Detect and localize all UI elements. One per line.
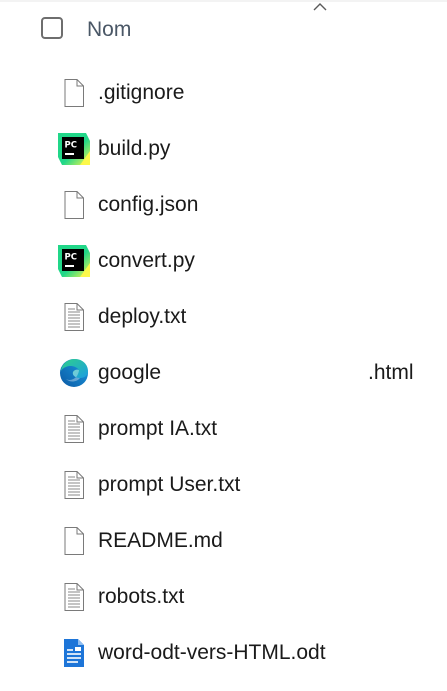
file-row[interactable]: config.json [0, 184, 447, 228]
blank-file-icon [58, 189, 90, 221]
svg-text:PC: PC [65, 141, 77, 151]
file-extension: .html [368, 361, 414, 384]
file-row[interactable]: .gitignore [0, 72, 447, 116]
file-name: .gitignore [98, 81, 185, 104]
file-name: robots.txt [98, 585, 185, 608]
file-row[interactable]: README.md [0, 520, 447, 564]
file-name: google [98, 361, 162, 384]
file-name: prompt User.txt [98, 473, 241, 496]
file-row[interactable]: robots.txt [0, 576, 447, 620]
file-name: deploy.txt [98, 305, 187, 328]
file-row[interactable]: google .html [0, 352, 447, 396]
file-row[interactable]: PC convert.py [0, 240, 447, 284]
edge-icon [58, 357, 90, 389]
text-file-icon [58, 413, 90, 445]
file-row[interactable]: prompt IA.txt [0, 408, 447, 452]
file-row[interactable]: word-odt-vers-HTML.odt [0, 632, 447, 676]
file-row[interactable]: prompt User.txt [0, 464, 447, 508]
file-name: word-odt-vers-HTML.odt [98, 641, 326, 664]
file-row[interactable]: deploy.txt [0, 296, 447, 340]
file-name: convert.py [98, 249, 195, 272]
pycharm-icon: PC [58, 133, 90, 165]
text-file-icon [58, 469, 90, 501]
column-header: Nom [0, 0, 447, 60]
file-name: config.json [98, 193, 199, 216]
blank-file-icon [58, 525, 90, 557]
select-all-checkbox[interactable] [41, 17, 63, 39]
pycharm-icon: PC [58, 245, 90, 277]
file-name: build.py [98, 137, 171, 160]
file-row[interactable]: PC build.py [0, 128, 447, 172]
svg-text:PC: PC [65, 253, 77, 263]
column-header-name[interactable]: Nom [87, 17, 131, 43]
odt-document-icon [58, 637, 90, 669]
text-file-icon [58, 301, 90, 333]
file-name: prompt IA.txt [98, 417, 218, 440]
blank-file-icon [58, 77, 90, 109]
file-name: README.md [98, 529, 223, 552]
text-file-icon [58, 581, 90, 613]
